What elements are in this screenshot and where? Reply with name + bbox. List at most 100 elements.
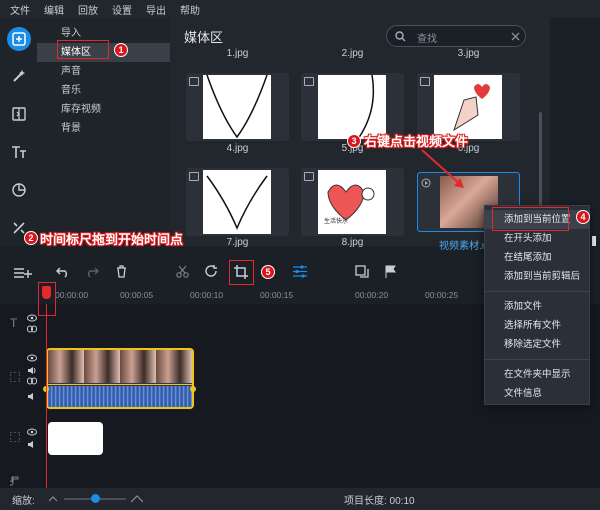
playhead-line	[46, 304, 47, 488]
cut-icon[interactable]	[176, 265, 189, 278]
image-type-icon	[420, 77, 430, 86]
status-bar: 缩放: 项目长度: 00:10	[0, 488, 600, 510]
thumb-image	[434, 75, 502, 139]
annotation-note-2: 时间标尺拖到开始时间点	[40, 232, 184, 247]
context-menu: 添加到当前位置 在开头添加 在结尾添加 添加到当前剪辑后 添加文件 选择所有文件…	[484, 205, 590, 405]
thumb-text: 生活快乐	[324, 219, 349, 225]
link-icon[interactable]	[27, 377, 37, 385]
marker-flag-icon[interactable]	[385, 265, 396, 278]
menu-add-at-end[interactable]: 在结尾添加	[485, 248, 589, 267]
image-type-icon	[304, 77, 314, 86]
import-tool-button[interactable]	[7, 27, 31, 51]
clip-volume-line	[48, 384, 192, 385]
video-clip[interactable]	[46, 348, 194, 409]
titles-tool-button[interactable]	[7, 140, 31, 164]
adjust-icon[interactable]	[293, 265, 307, 278]
menu-edit[interactable]: 编辑	[44, 2, 64, 17]
project-length: 项目长度: 00:10	[344, 496, 415, 507]
menu-show-in-folder[interactable]: 在文件夹中显示	[485, 365, 589, 384]
transitions-tool-button[interactable]	[7, 102, 31, 126]
category-background[interactable]: 背景	[37, 119, 170, 138]
delete-icon[interactable]	[116, 265, 127, 278]
file-label-2: 2.jpg	[341, 48, 364, 59]
search-placeholder: 查找	[417, 34, 437, 45]
media-thumb-8[interactable]: 生活快乐	[301, 168, 404, 236]
speaker-icon[interactable]	[27, 440, 37, 449]
ruler-tick: 00:00:25	[425, 290, 459, 300]
category-sound[interactable]: 声音	[37, 62, 170, 81]
stickers-tool-button[interactable]	[7, 178, 31, 202]
transition-icon	[12, 107, 26, 121]
file-label-4: 4.jpg	[226, 143, 249, 154]
audio-speaker-icon[interactable]	[27, 392, 37, 401]
tools-icon	[13, 222, 25, 234]
redo-icon[interactable]	[85, 266, 99, 278]
add-track-icon[interactable]	[14, 267, 32, 279]
menu-file[interactable]: 文件	[10, 2, 30, 17]
clip-frames	[48, 350, 192, 383]
import-icon	[12, 32, 26, 46]
media-thumb-7[interactable]	[186, 168, 289, 236]
annotation-number-5: 5	[261, 265, 275, 279]
annotation-number-2: 2	[24, 231, 38, 245]
ruler-tick: 00:00:00	[55, 290, 89, 300]
undo-icon[interactable]	[56, 266, 70, 278]
file-label-1: 1.jpg	[226, 48, 249, 59]
menu-settings[interactable]: 设置	[112, 2, 132, 17]
search-icon	[395, 31, 406, 42]
image-type-icon	[189, 77, 199, 86]
effects-tool-button[interactable]	[7, 64, 31, 88]
clip-properties-icon[interactable]	[355, 265, 369, 278]
annotation-box-crop	[229, 260, 254, 285]
visibility-icon[interactable]	[27, 428, 37, 436]
visibility-icon[interactable]	[27, 354, 37, 362]
menu-playback[interactable]: 回放	[78, 2, 98, 17]
annotation-arrow	[421, 149, 464, 188]
fade-handle-right[interactable]	[190, 386, 196, 392]
audio-waveform	[48, 386, 192, 407]
search-field[interactable]: 查找	[386, 25, 526, 47]
clear-icon[interactable]	[511, 32, 520, 41]
speaker-icon[interactable]	[27, 366, 37, 375]
menu-export[interactable]: 导出	[146, 2, 166, 17]
category-music[interactable]: 音乐	[37, 81, 170, 100]
thumb-image	[318, 74, 386, 140]
menu-remove-selected-files[interactable]: 移除选定文件	[485, 335, 589, 354]
category-stock-video[interactable]: 库存视频	[37, 100, 170, 119]
menu-add-files[interactable]: 添加文件	[485, 297, 589, 316]
link-icon[interactable]	[27, 325, 37, 333]
ruler-tick: 00:00:15	[260, 290, 294, 300]
panel-splitter[interactable]	[592, 236, 596, 246]
thumb-image	[203, 170, 271, 234]
menu-add-after-clip[interactable]: 添加到当前剪辑后	[485, 267, 589, 286]
annotation-box-playhead	[38, 282, 56, 316]
visibility-icon[interactable]	[27, 314, 37, 322]
zoom-label: 缩放:	[12, 496, 35, 507]
annotation-box-media	[57, 40, 109, 59]
annotation-number-1: 1	[114, 43, 128, 57]
annotation-number-4: 4	[576, 210, 590, 224]
music-track-icon	[10, 476, 19, 486]
media-thumb-4[interactable]	[186, 73, 289, 141]
annotation-number-3: 3	[347, 134, 361, 148]
overlay-track-icon	[10, 432, 20, 442]
title-track-icon: T	[10, 316, 18, 330]
menu-help[interactable]: 帮助	[180, 2, 200, 17]
menu-separator	[485, 359, 589, 360]
ruler-tick: 00:00:20	[355, 290, 389, 300]
left-toolbar	[0, 18, 37, 246]
file-label-8: 8.jpg	[341, 237, 364, 248]
image-type-icon	[304, 172, 314, 181]
media-title: 媒体区	[184, 30, 224, 45]
image-clip[interactable]	[48, 422, 103, 455]
menu-select-all-files[interactable]: 选择所有文件	[485, 316, 589, 335]
menu-add-at-start[interactable]: 在开头添加	[485, 229, 589, 248]
menu-bar: 文件 编辑 回放 设置 导出 帮助	[0, 0, 600, 18]
menu-file-info[interactable]: 文件信息	[485, 384, 589, 403]
image-type-icon	[189, 172, 199, 181]
zoom-in-icon[interactable]	[131, 494, 143, 504]
annotation-box-menu-item	[492, 207, 569, 231]
zoom-out-icon[interactable]	[49, 495, 59, 503]
rotate-icon[interactable]	[205, 265, 218, 278]
zoom-slider-knob[interactable]	[91, 494, 100, 503]
